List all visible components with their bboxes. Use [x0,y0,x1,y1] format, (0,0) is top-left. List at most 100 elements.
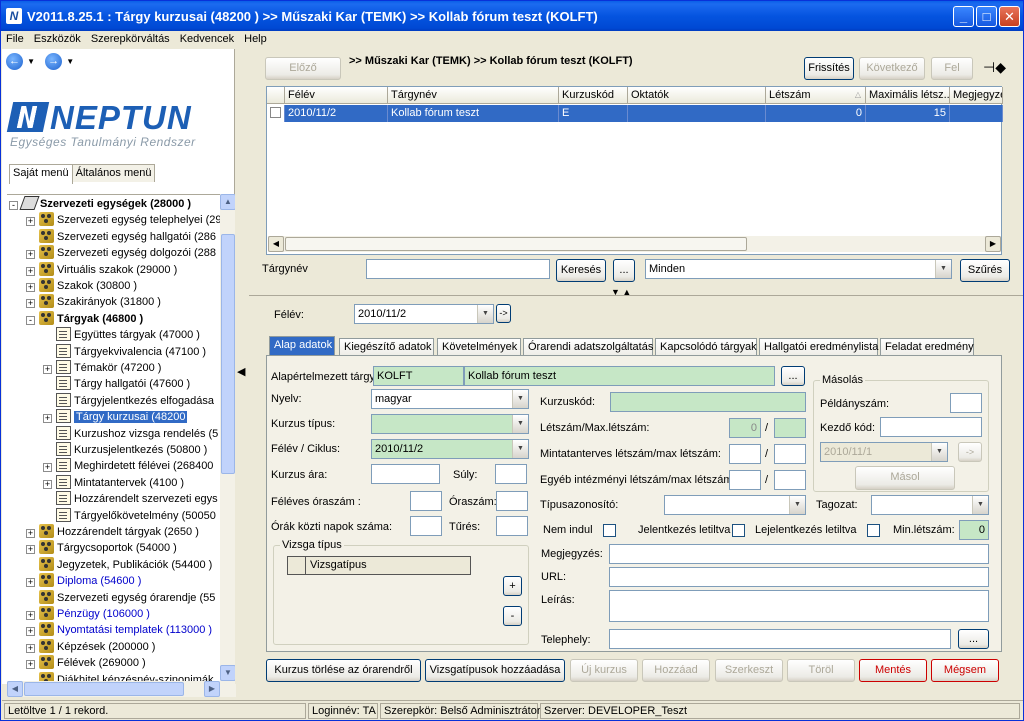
search-button[interactable]: Keresés [556,259,606,282]
expand-icon[interactable]: + [43,414,52,424]
tab-1[interactable]: Alap adatok [269,336,335,357]
tree-item[interactable]: + Szakirányok (31800 ) [26,294,161,310]
tree-item[interactable]: + Tárgy kurzusai (48200 [43,409,188,425]
row-checkbox[interactable] [270,107,281,118]
start-code-input[interactable] [880,417,982,437]
collapse-left-icon[interactable]: ◀ [237,365,245,378]
tree-item[interactable]: + Témakör (47200 ) [43,360,161,376]
cell-targynev[interactable]: Kollab fórum teszt [388,105,559,122]
pin-icon[interactable]: ⊣◆ [983,59,1006,76]
tree-item[interactable]: Kurzushoz vizsga rendelés (5 [43,425,218,442]
note-input[interactable] [609,544,989,564]
tree-item[interactable]: + Szervezeti egység telephelyei (29 [26,212,220,228]
tree-item[interactable]: + Mintatantervek (4100 ) [43,474,184,491]
tree-item[interactable]: Szervezeti egység hallgatói (286 [26,228,216,245]
tree-vertical-scrollbar[interactable]: ▲ ▼ [220,194,236,681]
previous-button[interactable]: Előző [265,57,341,80]
tree-item[interactable]: + Félévek (269000 ) [26,655,146,671]
menu-item-file[interactable]: File [1,31,29,45]
language-select[interactable]: magyar ▼ [371,389,529,409]
menu-item-szerepkörváltás[interactable]: Szerepkörváltás [86,31,175,45]
chevron-down-icon[interactable]: ▼ [789,496,805,514]
exam-type-list[interactable]: Vizsgatípus [287,556,471,575]
scroll-up-icon[interactable]: ▲ [220,194,236,210]
tree-item[interactable]: + Szakok (30800 ) [26,278,137,294]
cell-kurzuskod[interactable]: E [559,105,628,122]
description-input[interactable] [609,590,989,622]
row-checkbox-cell[interactable] [267,105,285,122]
remove-exam-type-button[interactable]: - [503,606,522,626]
tree-item[interactable]: + Hozzárendelt tárgyak (2650 ) [26,524,199,540]
delete-button[interactable]: Töröl [787,659,855,682]
cell-felev[interactable]: 2010/11/2 [285,105,388,122]
semester-hours-input[interactable] [410,491,442,511]
deregistration-disabled-checkbox[interactable] [867,524,880,537]
semester-cycle-select[interactable]: 2010/11/2 ▼ [371,439,529,459]
grid-hscroll-thumb[interactable] [285,237,747,251]
col-header-targynev[interactable]: Tárgynév [388,87,559,104]
chevron-down-icon[interactable]: ▼ [512,415,528,433]
menu-item-kedvencek[interactable]: Kedvencek [175,31,239,45]
curriculum-headcount-input[interactable] [729,444,761,464]
tree-item[interactable]: Szervezeti egység órarendje (55 [26,589,215,606]
tree-item[interactable]: Tárgy hallgatói (47600 ) [43,376,190,392]
forward-icon[interactable]: → [45,53,63,70]
col-header-megjegyzes[interactable]: Megjegyzé [950,87,1003,104]
expand-icon[interactable]: + [26,660,35,670]
minimize-button[interactable]: _ [953,6,974,27]
cancel-button[interactable]: Mégsem [931,659,999,682]
col-header-max-letszam[interactable]: Maximális létsz... [866,87,950,104]
copy-button[interactable]: Másol [855,466,955,490]
edit-button[interactable]: Szerkeszt [715,659,783,682]
grid-scroll-right-icon[interactable]: ▶ [985,236,1001,252]
other-headcount-input[interactable] [729,470,761,490]
expand-icon[interactable]: + [26,299,35,309]
delete-course-timetable-button[interactable]: Kurzus törlése az órarendről [266,659,421,682]
refresh-button[interactable]: Frissítés [804,57,854,80]
expand-icon[interactable]: + [26,283,35,292]
add-exam-type-button[interactable]: + [503,576,522,596]
scroll-thumb[interactable] [221,234,235,474]
tree-item[interactable]: Kurzusjelentkezés (50800 ) [43,442,207,458]
course-grid[interactable]: Félév Tárgynév Kurzuskód Oktatók Létszám… [266,86,1003,255]
up-button[interactable]: Fel [931,57,973,80]
url-input[interactable] [609,567,989,587]
menu-item-eszközök[interactable]: Eszközök [29,31,86,45]
site-input[interactable] [609,629,951,649]
tree-item[interactable]: Diákhitel képzésnév-szinonimák [26,671,214,681]
tree-item[interactable]: + Nyomtatási templatek (113000 ) [26,622,212,638]
course-type-select[interactable]: ▼ [371,414,529,434]
search-ellipsis-button[interactable]: ... [613,259,635,282]
col-header-letszam[interactable]: Létszám △ [766,87,866,104]
scroll-down-icon[interactable]: ▼ [220,665,236,681]
expand-icon[interactable]: + [26,611,35,620]
tree-item[interactable]: + Pénzügy (106000 ) [26,606,150,622]
col-header-kurzuskod[interactable]: Kurzuskód [559,87,628,104]
new-course-button[interactable]: Új kurzus [570,659,638,682]
max-headcount-input[interactable] [774,418,806,438]
pane-splitter[interactable]: ◀ [235,49,249,684]
default-subject-ellipsis-button[interactable]: ... [781,366,805,386]
not-starting-checkbox[interactable] [603,524,616,537]
min-headcount-input[interactable]: 0 [959,520,989,540]
tree-item[interactable]: - Szervezeti egységek (28000 ) [9,196,191,212]
add-button[interactable]: Hozzáad [642,659,710,682]
filter-button[interactable]: Szűrés [960,259,1010,282]
back-icon[interactable]: ← [6,53,23,70]
col-header-oktatok[interactable]: Oktatók [628,87,766,104]
tab-sajat-menu[interactable]: Saját menü [9,164,73,184]
expand-icon[interactable]: + [26,627,35,637]
tree-item[interactable]: Tárgyelőkövetelmény (50050 [43,507,216,524]
tree-item[interactable]: Együttes tárgyak (47000 ) [43,327,200,343]
tree-item[interactable]: + Virtuális szakok (29000 ) [26,261,177,278]
cell-oktatok[interactable] [628,105,766,122]
cell-max-letszam[interactable]: 15 [866,105,950,122]
tree-item[interactable]: + Diploma (54600 ) [26,573,141,589]
grid-scroll-left-icon[interactable]: ◀ [268,236,284,252]
expand-icon[interactable]: + [26,578,35,588]
expand-icon[interactable]: + [43,463,52,473]
tree-horizontal-scrollbar[interactable]: ◀ ▶ [7,681,236,697]
semester-go-button[interactable]: -> [496,304,511,323]
other-max-input[interactable] [774,470,806,490]
tree-item[interactable]: + Meghirdetett félévei (268400 [43,458,213,474]
